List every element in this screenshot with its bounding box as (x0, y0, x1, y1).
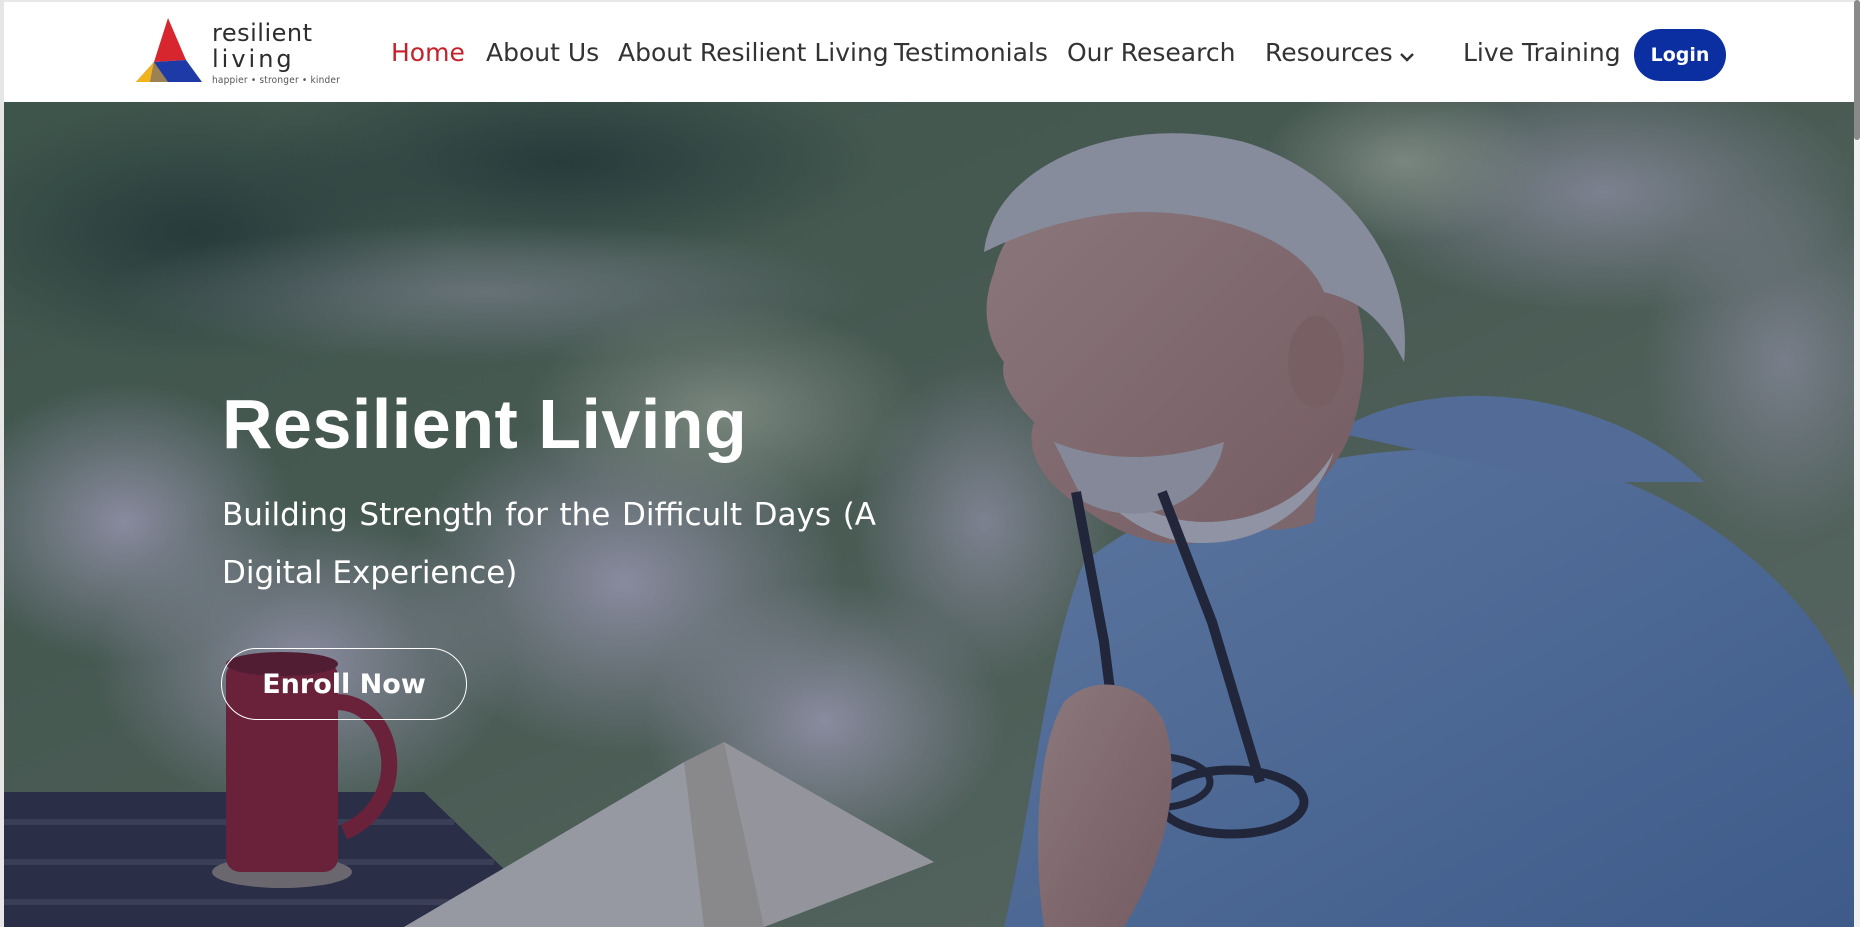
page: resilient living happier • stronger • ki… (0, 0, 1860, 927)
nav-resources-label: Resources (1265, 38, 1393, 67)
nav-home[interactable]: Home (391, 38, 465, 67)
chevron-down-icon (1399, 40, 1415, 69)
site-logo[interactable]: resilient living happier • stronger • ki… (128, 16, 340, 86)
nav-resources[interactable]: Resources (1265, 38, 1415, 69)
enroll-now-button[interactable]: Enroll Now (221, 648, 467, 720)
nav-about-resilient-living[interactable]: About Resilient Living (618, 38, 889, 67)
nav-about-us[interactable]: About Us (486, 38, 599, 67)
page-scrollbar[interactable] (1854, 0, 1860, 927)
logo-triangle-icon (136, 18, 202, 82)
scrollbar-thumb[interactable] (1854, 0, 1860, 140)
hero-title: Resilient Living (222, 385, 748, 463)
logo-line-2: living (212, 45, 295, 73)
logo-line-1: resilient (212, 19, 313, 47)
hero-section: Resilient Living Building Strength for t… (4, 102, 1854, 927)
nav-testimonials[interactable]: Testimonials (894, 38, 1048, 67)
site-header: resilient living happier • stronger • ki… (4, 0, 1854, 102)
nav-live-training[interactable]: Live Training (1463, 38, 1621, 67)
logo-tagline: happier • stronger • kinder (212, 75, 341, 86)
nav-our-research[interactable]: Our Research (1067, 38, 1235, 67)
login-button[interactable]: Login (1634, 29, 1726, 81)
hero-subtitle: Building Strength for the Difficult Days… (222, 497, 876, 591)
logo-wordmark: resilient living happier • stronger • ki… (212, 20, 340, 86)
